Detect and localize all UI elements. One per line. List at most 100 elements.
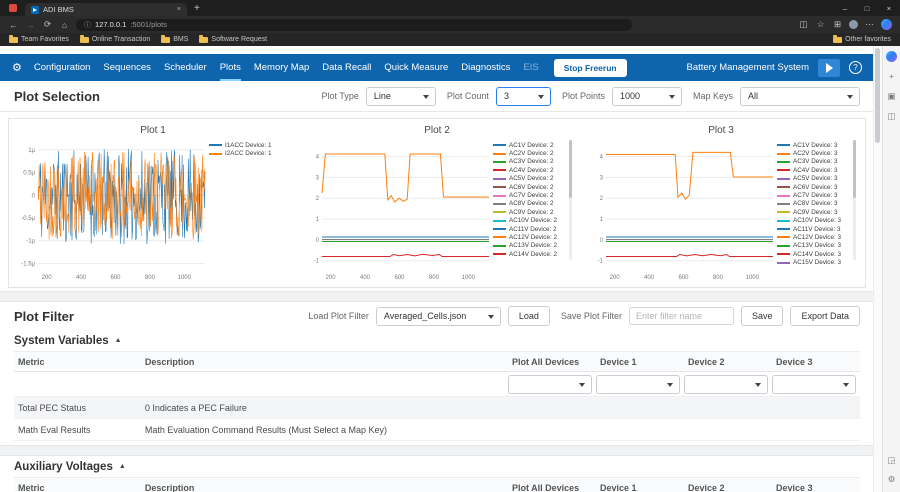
legend-scrollbar[interactable] [569,140,572,260]
new-tab-button[interactable]: + [194,3,200,14]
screenshot-tool-icon[interactable]: ◲ [886,454,898,466]
back-icon[interactable]: ← [8,20,19,30]
legend-item[interactable]: AC6V Device: 3 [777,183,857,191]
nav-item-plots[interactable]: Plots [219,54,241,81]
legend-item[interactable]: AC6V Device: 2 [493,183,573,191]
chart-plot-3[interactable]: 4 3 2 1 0 -1 200 400 600 800 1000 [579,136,777,282]
legend-item[interactable]: AC15V Device: 3 [777,258,857,266]
page-scrollbar-thumb[interactable] [875,48,880,143]
legend-item[interactable]: AC14V Device: 3 [777,250,857,258]
plot-count-select[interactable]: 3 [495,86,551,106]
system-variables-collapse-header[interactable]: System Variables ▲ [14,330,860,351]
favorites-item-team-favorites[interactable]: Team Favorites [9,34,69,43]
legend-item[interactable]: I1ACC Device: 1 [209,141,289,149]
sidebar-apps-icon[interactable]: ▣ [886,90,898,102]
plot-all-devices-select[interactable] [508,374,592,394]
legend-item[interactable]: AC11V Device: 2 [493,225,573,233]
legend-swatch [777,253,790,256]
minimize-button[interactable]: – [834,0,856,16]
address-bar[interactable]: ⓘ 127.0.0.1:5001/plots [76,18,632,31]
nav-item-configuration[interactable]: Configuration [34,54,91,81]
legend-item[interactable]: AC12V Device: 3 [777,233,857,241]
legend-item[interactable]: AC13V Device: 2 [493,242,573,250]
legend-item[interactable]: AC13V Device: 3 [777,242,857,250]
legend-item[interactable]: AC8V Device: 2 [493,200,573,208]
maximize-button[interactable]: □ [856,0,878,16]
legend-item[interactable]: AC3V Device: 3 [777,158,857,166]
plot-points-label: Plot Points [561,91,605,101]
legend-item[interactable]: AC7V Device: 3 [777,191,857,199]
help-icon[interactable]: ? [849,61,862,74]
legend-item[interactable]: AC7V Device: 2 [493,191,573,199]
legend-item[interactable]: AC8V Device: 3 [777,200,857,208]
load-plot-filter-select[interactable]: Averaged_Cells.json [375,306,501,326]
legend-item[interactable]: AC1V Device: 2 [493,141,573,149]
nav-item-sequences[interactable]: Sequences [103,54,151,81]
favorites-item-bms[interactable]: BMS [161,34,188,43]
device-2-select[interactable] [684,374,768,394]
stop-freerun-button[interactable]: Stop Freerun [553,58,627,77]
legend-item[interactable]: AC4V Device: 3 [777,166,857,174]
filter-name-input[interactable] [628,307,734,325]
legend-item[interactable]: I2ACC Device: 1 [209,149,289,157]
nav-item-quick-measure[interactable]: Quick Measure [384,54,448,81]
collections-icon[interactable]: ⊞ [832,19,843,30]
favorites-item-software-request[interactable]: Software Request [199,34,267,43]
copilot-sidebar-icon[interactable] [886,51,897,62]
page-scrollbar[interactable] [873,46,882,492]
legend-item[interactable]: AC4V Device: 2 [493,166,573,174]
legend-item[interactable]: AC5V Device: 3 [777,175,857,183]
favorites-item-online-transaction[interactable]: Online Transaction [79,34,150,43]
sidebar-split-icon[interactable]: ◫ [886,110,898,122]
plot-type-select[interactable]: Line [365,86,436,106]
sidebar-settings-icon[interactable]: ⚙ [886,473,898,485]
svg-text:0: 0 [32,193,36,199]
forward-icon[interactable]: → [25,20,36,30]
legend-item[interactable]: AC2V Device: 2 [493,149,573,157]
device-3-select[interactable] [772,374,856,394]
legend-item[interactable]: AC5V Device: 2 [493,175,573,183]
load-button[interactable]: Load [507,306,550,326]
legend-item[interactable]: AC10V Device: 3 [777,217,857,225]
nav-item-scheduler[interactable]: Scheduler [164,54,207,81]
settings-gear-icon[interactable]: ⚙ [12,61,22,74]
close-button[interactable]: × [878,0,900,16]
workspace-icon[interactable] [9,4,17,12]
plot-points-select[interactable]: 1000 [611,86,682,106]
sidebar-add-icon[interactable]: + [886,70,898,82]
nav-item-eis[interactable]: EIS [523,54,538,81]
legend-item[interactable]: AC14V Device: 2 [493,250,573,258]
export-data-button[interactable]: Export Data [790,306,860,326]
nav-item-memory-map[interactable]: Memory Map [254,54,309,81]
copilot-icon[interactable] [881,19,892,30]
legend-item[interactable]: AC9V Device: 2 [493,208,573,216]
other-favorites[interactable]: Other favorites [833,34,891,43]
legend-item[interactable]: AC10V Device: 2 [493,217,573,225]
legend-item[interactable]: AC12V Device: 2 [493,233,573,241]
device-1-select[interactable] [596,374,680,394]
table-row-math-eval-results: Math Eval Results Math Evaluation Comman… [14,419,860,441]
legend-scrollbar[interactable] [853,140,856,260]
site-info-icon[interactable]: ⓘ [84,20,91,30]
split-screen-icon[interactable]: ◫ [798,19,809,30]
nav-item-diagnostics[interactable]: Diagnostics [461,54,510,81]
settings-menu-icon[interactable]: ⋯ [864,19,875,30]
chart-plot-1[interactable]: 1μ 0.5μ 0 -0.5μ -1μ -1.5μ 200 400 600 800 1000 [11,136,209,282]
auxiliary-voltages-collapse-header[interactable]: Auxiliary Voltages ▲ [14,456,860,477]
nav-item-data-recall[interactable]: Data Recall [322,54,371,81]
favorites-star-icon[interactable]: ☆ [815,19,826,30]
legend-item[interactable]: AC2V Device: 3 [777,149,857,157]
map-keys-select[interactable]: All [740,86,860,106]
legend-item[interactable]: AC1V Device: 3 [777,141,857,149]
home-icon[interactable]: ⌂ [59,20,70,30]
save-button[interactable]: Save [740,306,784,326]
profile-avatar[interactable] [849,20,858,29]
legend-item[interactable]: AC9V Device: 3 [777,208,857,216]
legend-swatch [777,202,790,205]
refresh-icon[interactable]: ⟳ [42,19,53,30]
legend-item[interactable]: AC3V Device: 2 [493,158,573,166]
browser-tab[interactable]: ADI BMS × [25,3,187,16]
tab-close-icon[interactable]: × [177,6,181,13]
chart-plot-2[interactable]: 4 3 2 1 0 -1 200 400 600 800 1000 [295,136,493,282]
legend-item[interactable]: AC11V Device: 3 [777,225,857,233]
